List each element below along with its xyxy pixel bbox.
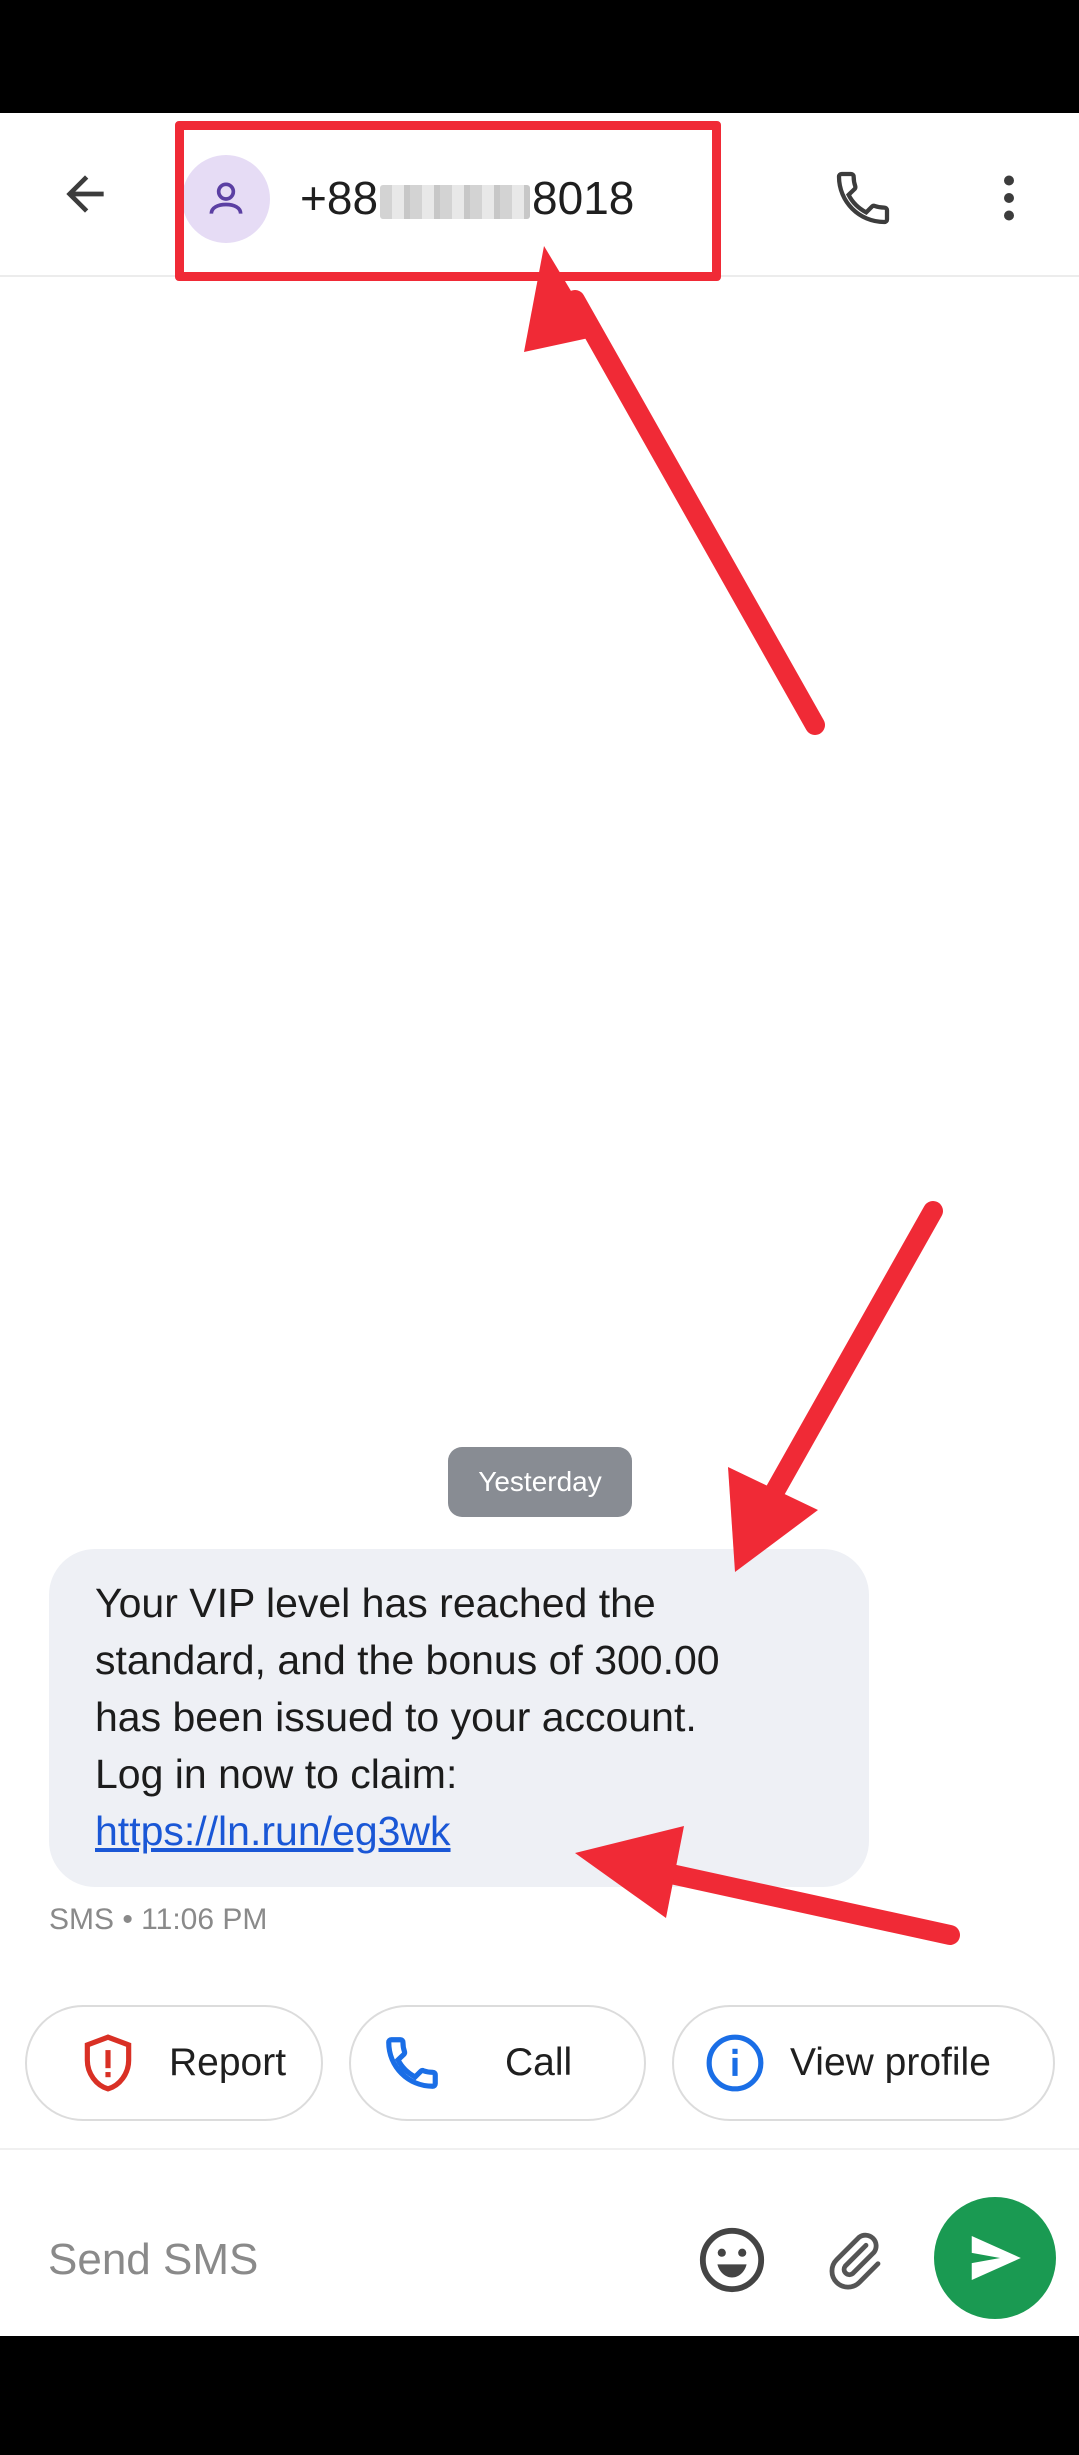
message-text: Your VIP level has reached the standard,… xyxy=(95,1575,827,1860)
info-icon xyxy=(700,2028,770,2098)
view-profile-label: View profile xyxy=(790,2041,991,2084)
emoji-button[interactable] xyxy=(692,2220,772,2300)
call-button[interactable] xyxy=(818,153,908,243)
more-options-button[interactable] xyxy=(964,153,1054,243)
message-line: Log in now to claim: xyxy=(95,1751,458,1797)
message-line: has been issued to your account. xyxy=(95,1694,697,1740)
send-icon xyxy=(971,2236,1021,2280)
annotation-arrow-bubble xyxy=(760,1201,943,1510)
message-link[interactable]: https://ln.run/eg3wk xyxy=(95,1808,451,1854)
message-line: Your VIP level has reached the xyxy=(95,1580,656,1626)
report-label: Report xyxy=(169,2041,287,2084)
phone-icon xyxy=(377,2028,447,2098)
message-meta: SMS • 11:06 PM xyxy=(49,1903,268,1936)
send-button[interactable] xyxy=(934,2197,1056,2319)
navigation-bar xyxy=(0,2336,1079,2455)
annotation-highlight-box xyxy=(175,121,721,281)
compose-divider xyxy=(0,2148,1079,2150)
annotation-arrow-header xyxy=(565,290,825,735)
emoji-icon xyxy=(699,2227,765,2293)
report-button[interactable]: Report xyxy=(25,2005,323,2121)
back-button[interactable] xyxy=(40,149,130,239)
more-vertical-icon xyxy=(1004,175,1014,221)
attach-button[interactable] xyxy=(814,2220,894,2300)
message-line: standard, and the bonus of 300.00 xyxy=(95,1637,720,1683)
paperclip-icon xyxy=(829,2232,881,2290)
message-input[interactable]: Send SMS xyxy=(48,2222,648,2298)
call-suggestion-button[interactable]: Call xyxy=(349,2005,646,2121)
view-profile-button[interactable]: View profile xyxy=(672,2005,1055,2121)
date-separator: Yesterday xyxy=(448,1447,632,1517)
phone-icon xyxy=(836,171,890,225)
call-label: Call xyxy=(505,2041,573,2084)
arrow-left-icon xyxy=(66,175,104,213)
status-bar xyxy=(0,0,1079,113)
message-bubble[interactable]: Your VIP level has reached the standard,… xyxy=(49,1549,869,1887)
shield-alert-icon xyxy=(73,2028,143,2098)
